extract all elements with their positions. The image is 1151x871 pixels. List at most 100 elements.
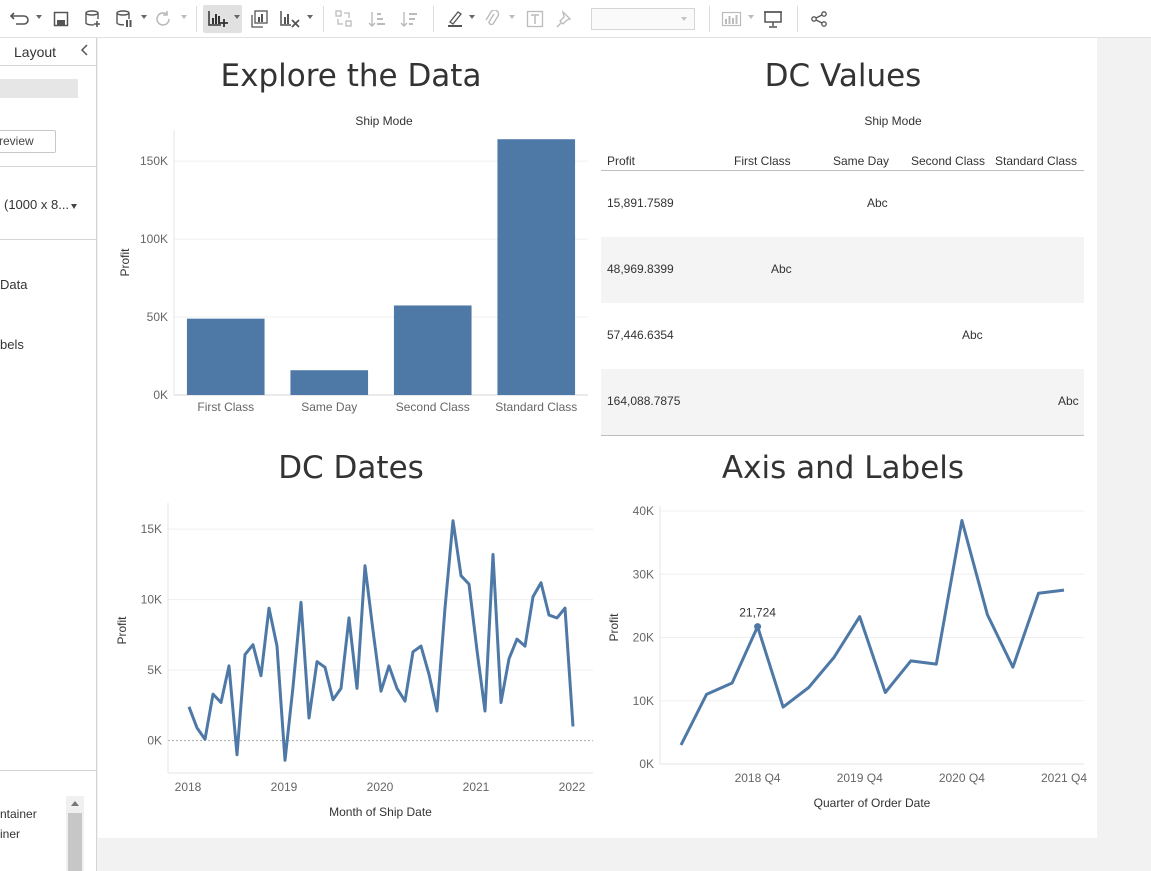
x-tick-label: Same Day xyxy=(301,400,357,414)
mark-cell: Abc xyxy=(771,262,792,276)
header-second-class: Second Class xyxy=(911,154,986,168)
y-tick-label: 15K xyxy=(141,522,162,536)
bar xyxy=(393,305,472,395)
sort-descending-icon[interactable] xyxy=(398,7,420,31)
pause-updates-icon[interactable] xyxy=(113,7,135,31)
fit-select[interactable] xyxy=(591,8,695,30)
mark-cell: Abc xyxy=(1058,394,1079,408)
toolbar-divider xyxy=(797,6,798,32)
toolbar xyxy=(0,0,1151,38)
toolbar-divider xyxy=(323,6,324,32)
pause-dropdown-caret[interactable] xyxy=(141,15,147,19)
fix-axes-icon[interactable] xyxy=(554,7,576,31)
x-tick-label: 2021 xyxy=(463,780,490,794)
bar xyxy=(186,318,265,395)
refresh-icon[interactable] xyxy=(152,7,174,31)
x-tick-label: 2018 xyxy=(175,780,202,794)
clear-sheet-icon[interactable] xyxy=(279,7,301,31)
x-tick-label: 2021 Q4 xyxy=(1041,771,1087,785)
y-tick-label: 150K xyxy=(140,154,168,168)
show-labels-icon[interactable] xyxy=(524,7,546,31)
undo-dropdown-caret[interactable] xyxy=(36,15,42,19)
profit-cell: 48,969.8399 xyxy=(607,262,674,276)
highlight-point xyxy=(754,623,762,631)
tab-layout[interactable]: Layout xyxy=(0,38,72,66)
y-tick-label: 40K xyxy=(633,504,654,518)
left-panel: Layout review (1000 x 8... Data bels nta… xyxy=(0,38,97,871)
scrollbar-thumb[interactable] xyxy=(68,813,82,871)
dc-dates-title: DC Dates xyxy=(278,450,424,486)
x-tick-label: Standard Class xyxy=(495,400,577,414)
toolbar-divider xyxy=(709,6,710,32)
item-data-label[interactable]: Data xyxy=(0,277,27,292)
profit-cell: 15,891.7589 xyxy=(607,196,674,210)
dc-dates-line-chart[interactable]: 0K 5K 10K 15K Profit Month of Ship Date 2018 20… xyxy=(98,493,598,828)
x-tick-label: 2022 xyxy=(559,780,586,794)
selected-item-bar[interactable] xyxy=(0,79,78,98)
header-first-class: First Class xyxy=(734,154,791,168)
x-tick-label: 2020 xyxy=(367,780,394,794)
presentation-icon[interactable] xyxy=(762,7,784,31)
axis-labels-title: Axis and Labels xyxy=(721,450,965,486)
scroll-up-icon[interactable] xyxy=(71,801,79,806)
undo-redo-icon[interactable] xyxy=(8,7,32,31)
toolbar-divider xyxy=(196,6,197,32)
group-dropdown-caret[interactable] xyxy=(509,15,515,19)
y-tick-label: 50K xyxy=(147,310,168,324)
x-tick-label: 2018 Q4 xyxy=(735,771,781,785)
preview-button[interactable]: review xyxy=(0,130,56,153)
panel-tabs: Layout xyxy=(0,38,96,66)
chevron-down-icon[interactable] xyxy=(71,204,77,209)
table-bottom-border xyxy=(601,435,1084,436)
dc-values-column-header: Ship Mode xyxy=(864,114,922,128)
divider xyxy=(0,166,96,167)
group-icon[interactable] xyxy=(482,7,502,31)
container-item-1[interactable]: ntainer xyxy=(0,807,37,821)
x-axis-label: Quarter of Order Date xyxy=(814,796,931,810)
y-tick-label: 100K xyxy=(140,232,168,246)
refresh-dropdown-caret[interactable] xyxy=(181,15,187,19)
table-row[interactable]: 164,088.7875 Abc xyxy=(601,369,1084,435)
y-tick-label: 30K xyxy=(633,567,654,581)
axis-labels-line-chart[interactable]: 0K 10K 20K 30K 40K Profit Quarter of Order Dat… xyxy=(598,493,1097,828)
x-axis-label: Month of Ship Date xyxy=(329,805,432,819)
header-same-day: Same Day xyxy=(833,154,890,168)
data-label: 21,724 xyxy=(739,606,776,620)
swap-icon[interactable] xyxy=(333,7,355,31)
duplicate-icon[interactable] xyxy=(248,7,270,31)
table-row[interactable]: 57,446.6354 Abc xyxy=(601,303,1084,369)
item-labels-label[interactable]: bels xyxy=(0,337,24,352)
chevron-left-icon[interactable] xyxy=(80,43,90,60)
new-worksheet-icon[interactable] xyxy=(206,7,230,31)
explore-bar-chart[interactable]: 0K 50K 100K 150K Profit First Class Same Day Se… xyxy=(98,128,598,428)
bar xyxy=(497,139,576,395)
y-tick-label: 5K xyxy=(147,663,162,677)
table-row[interactable]: 15,891.7589 Abc xyxy=(601,171,1084,237)
chevron-down-icon xyxy=(681,17,687,21)
save-icon[interactable] xyxy=(50,7,72,31)
explore-title: Explore the Data xyxy=(220,58,482,94)
toolbar-divider xyxy=(433,6,434,32)
clear-dropdown-caret[interactable] xyxy=(307,15,313,19)
y-tick-label: 10K xyxy=(633,694,654,708)
table-row[interactable]: 48,969.8399 Abc xyxy=(601,237,1084,303)
highlight-dropdown-caret[interactable] xyxy=(469,15,475,19)
share-icon[interactable] xyxy=(809,7,829,31)
table-header: Profit First Class Same Day Second Class… xyxy=(601,145,1084,171)
new-data-source-icon[interactable] xyxy=(82,7,104,31)
size-dropdown[interactable]: (1000 x 8... xyxy=(4,197,69,212)
new-worksheet-dropdown-caret[interactable] xyxy=(234,15,240,19)
y-axis-label: Profit xyxy=(607,613,621,642)
x-tick-label: 2020 Q4 xyxy=(939,771,985,785)
series-line xyxy=(679,519,1065,746)
profit-cell: 164,088.7875 xyxy=(607,394,681,408)
show-me-icon[interactable] xyxy=(720,7,744,31)
highlight-icon[interactable] xyxy=(445,7,465,31)
sort-ascending-icon[interactable] xyxy=(366,7,388,31)
mark-cell: Abc xyxy=(962,328,983,342)
show-me-dropdown-caret[interactable] xyxy=(748,15,754,19)
container-item-2[interactable]: iner xyxy=(0,827,20,841)
y-tick-label: 0K xyxy=(147,734,162,748)
tab-layout-label: Layout xyxy=(14,44,57,60)
dashboard: Explore the Data Ship Mode 0K 50K 100K 150K… xyxy=(98,38,1097,838)
